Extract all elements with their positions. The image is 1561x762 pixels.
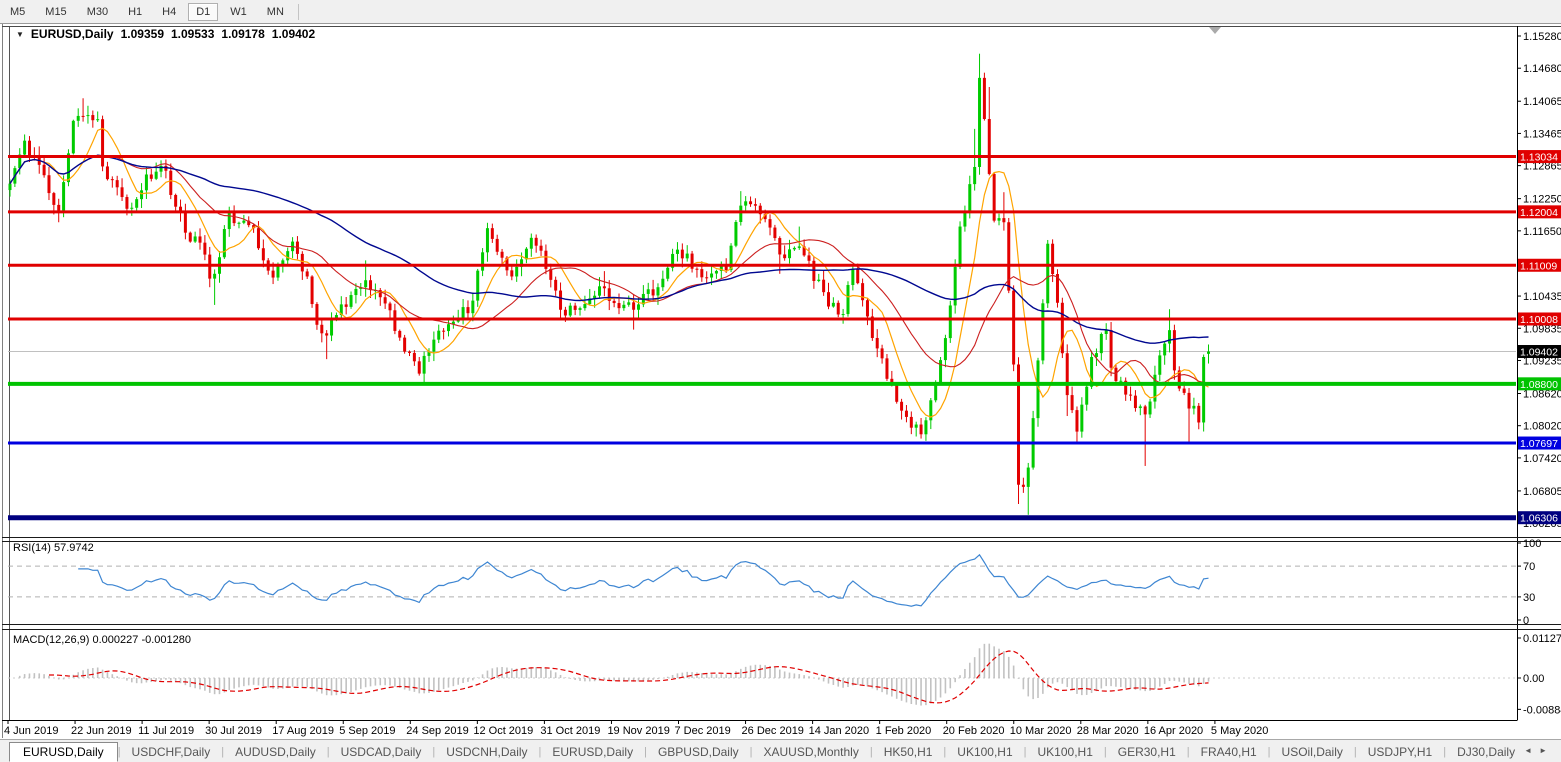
price-level-label: 1.08800 <box>1518 377 1561 391</box>
rsi-panel: 100 70 30 0 <box>8 538 1541 627</box>
tab-eurusd-daily[interactable]: EURUSD,Daily <box>541 742 644 762</box>
macd-main-value: 0.000227 <box>92 634 138 646</box>
tab-scroll-left-icon[interactable]: ◄ <box>1524 746 1539 755</box>
svg-text:5 May 2020: 5 May 2020 <box>1211 725 1268 737</box>
svg-text:28 Mar 2020: 28 Mar 2020 <box>1077 725 1139 737</box>
tab-usdcnh-daily[interactable]: USDCNH,Daily <box>435 742 538 762</box>
svg-text:1.08020: 1.08020 <box>1523 421 1561 433</box>
tab-usdjpy-h1[interactable]: USDJPY,H1 <box>1357 742 1443 762</box>
svg-text:12 Oct 2019: 12 Oct 2019 <box>473 725 533 737</box>
rsi-line <box>78 555 1208 606</box>
svg-text:20 Feb 2020: 20 Feb 2020 <box>943 725 1005 737</box>
svg-text:1.12250: 1.12250 <box>1523 194 1561 206</box>
macd-signal-value: -0.001280 <box>141 634 191 646</box>
price-level-label: 1.07697 <box>1518 437 1561 451</box>
svg-text:5 Sep 2019: 5 Sep 2019 <box>339 725 395 737</box>
tab-uk100-h1[interactable]: UK100,H1 <box>946 742 1023 762</box>
symbol-tab-bar: EURUSD,Daily|USDCHF,Daily|AUDUSD,Daily|U… <box>0 739 1561 762</box>
svg-text:7 Dec 2019: 7 Dec 2019 <box>675 725 731 737</box>
svg-text:1 Feb 2020: 1 Feb 2020 <box>876 725 932 737</box>
tab-audusd-daily[interactable]: AUDUSD,Daily <box>224 742 327 762</box>
macd-signal-line <box>49 651 1209 703</box>
ohlc-open: 1.09359 <box>121 27 164 41</box>
svg-text:1.11650: 1.11650 <box>1523 226 1561 238</box>
svg-text:100: 100 <box>1523 538 1541 550</box>
svg-text:1.10008: 1.10008 <box>1520 314 1558 326</box>
chart-dropdown-icon[interactable]: ▼ <box>16 30 24 39</box>
svg-text:1.13465: 1.13465 <box>1523 128 1561 140</box>
svg-text:19 Nov 2019: 19 Nov 2019 <box>607 725 669 737</box>
macd-name: MACD(12,26,9) <box>13 634 89 646</box>
svg-text:-0.00884: -0.00884 <box>1523 704 1561 716</box>
macd-title: MACD(12,26,9) 0.000227 -0.001280 <box>13 634 191 646</box>
moving-averages-layer <box>10 128 1209 417</box>
svg-text:1.11009: 1.11009 <box>1520 260 1557 272</box>
ohlc-high: 1.09533 <box>171 27 214 41</box>
svg-text:30: 30 <box>1523 592 1535 604</box>
tab-usoil-daily[interactable]: USOil,Daily <box>1271 742 1354 762</box>
tab-gbpusd-daily[interactable]: GBPUSD,Daily <box>647 742 750 762</box>
tab-usdcad-daily[interactable]: USDCAD,Daily <box>330 742 433 762</box>
svg-text:1.07697: 1.07697 <box>1520 438 1558 450</box>
rsi-title: RSI(14) 57.9742 <box>13 542 94 554</box>
price-level-label: 1.12004 <box>1518 205 1561 219</box>
price-level-label: 1.10008 <box>1518 312 1561 326</box>
svg-text:0.011277: 0.011277 <box>1523 633 1561 645</box>
price-level-label: 1.11009 <box>1518 259 1561 273</box>
price-level-label: 1.09402 <box>1518 345 1561 359</box>
svg-text:1.06805: 1.06805 <box>1523 486 1561 498</box>
tab-hk50-h1[interactable]: HK50,H1 <box>873 742 944 762</box>
svg-text:0: 0 <box>1523 615 1529 627</box>
svg-text:1.12004: 1.12004 <box>1520 207 1558 219</box>
tab-usdchf-daily[interactable]: USDCHF,Daily <box>121 742 222 762</box>
rsi-value: 57.9742 <box>54 542 94 554</box>
svg-text:1.14065: 1.14065 <box>1523 96 1561 108</box>
svg-text:14 Jan 2020: 14 Jan 2020 <box>809 725 870 737</box>
chart-title: ▼ EURUSD,Daily 1.09359 1.09533 1.09178 1… <box>16 27 322 41</box>
price-levels-layer: 1.13034 1.12004 1.11009 1.10008 1.08800 1.076… <box>8 150 1561 525</box>
tab-uk100-h1[interactable]: UK100,H1 <box>1027 742 1104 762</box>
rsi-name: RSI(14) <box>13 542 51 554</box>
svg-text:24 Sep 2019: 24 Sep 2019 <box>406 725 468 737</box>
svg-text:1.14680: 1.14680 <box>1523 63 1561 75</box>
svg-text:1.10435: 1.10435 <box>1523 291 1561 303</box>
tab-scroll-arrows[interactable]: ◄► <box>1524 746 1554 755</box>
svg-text:11 Jul 2019: 11 Jul 2019 <box>138 725 194 737</box>
svg-text:0.00: 0.00 <box>1523 673 1544 685</box>
chart-shift-marker-icon[interactable] <box>1209 27 1221 34</box>
svg-text:1.09402: 1.09402 <box>1520 347 1558 359</box>
svg-text:31 Oct 2019: 31 Oct 2019 <box>540 725 600 737</box>
tab-fra40-h1[interactable]: FRA40,H1 <box>1190 742 1268 762</box>
date-axis: 4 Jun 2019 22 Jun 2019 11 Jul 2019 30 Jul 2… <box>4 720 1268 737</box>
svg-text:30 Jul 2019: 30 Jul 2019 <box>205 725 262 737</box>
svg-text:1.15280: 1.15280 <box>1523 31 1561 43</box>
svg-text:1.06306: 1.06306 <box>1520 513 1558 525</box>
tab-scroll-right-icon[interactable]: ► <box>1539 746 1554 755</box>
mt4-window: M5M15M30H1H4D1W1MN 1.152801.146801.14065… <box>0 0 1561 762</box>
ohlc-close: 1.09402 <box>272 27 315 41</box>
svg-text:1.13034: 1.13034 <box>1520 152 1558 164</box>
ma-line-55 <box>10 155 1209 343</box>
chart-symbol: EURUSD,Daily <box>31 27 114 41</box>
svg-text:1.08800: 1.08800 <box>1520 379 1558 391</box>
svg-text:22 Jun 2019: 22 Jun 2019 <box>71 725 132 737</box>
chart-canvas[interactable]: 1.152801.146801.140651.134651.128651.122… <box>0 0 1561 762</box>
svg-text:4 Jun 2019: 4 Jun 2019 <box>4 725 58 737</box>
svg-text:16 Apr 2020: 16 Apr 2020 <box>1144 725 1203 737</box>
svg-text:1.07420: 1.07420 <box>1523 453 1561 465</box>
svg-text:26 Dec 2019: 26 Dec 2019 <box>742 725 804 737</box>
price-axis-labels: 1.152801.146801.140651.134651.128651.122… <box>1518 31 1561 530</box>
svg-text:17 Aug 2019: 17 Aug 2019 <box>272 725 334 737</box>
svg-text:10 Mar 2020: 10 Mar 2020 <box>1010 725 1072 737</box>
tab-ger30-h1[interactable]: GER30,H1 <box>1107 742 1187 762</box>
tab-eurusd-daily[interactable]: EURUSD,Daily <box>9 742 118 762</box>
ma-line-8 <box>10 128 1209 417</box>
svg-text:70: 70 <box>1523 561 1535 573</box>
price-level-label: 1.06306 <box>1518 511 1561 524</box>
ohlc-low: 1.09178 <box>221 27 264 41</box>
tab-dj30-daily[interactable]: DJ30,Daily <box>1446 742 1526 762</box>
macd-panel: 0.011277 0.00 -0.00884 <box>8 633 1561 716</box>
tab-xauusd-monthly[interactable]: XAUUSD,Monthly <box>752 742 869 762</box>
price-level-label: 1.13034 <box>1518 150 1561 164</box>
